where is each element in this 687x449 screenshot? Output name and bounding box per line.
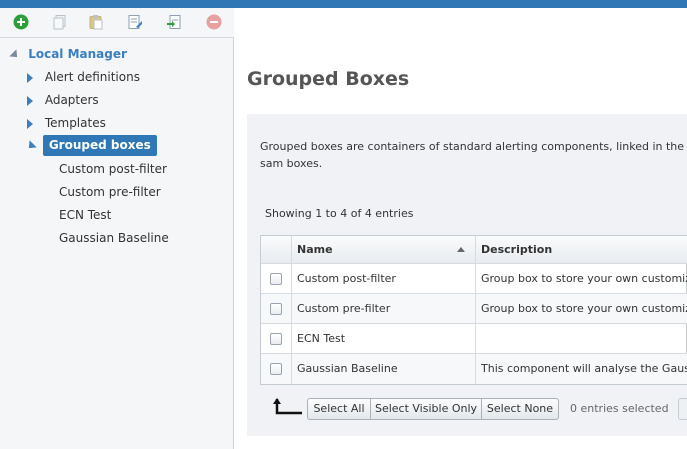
column-header-label: Name [297, 243, 333, 256]
table-row[interactable]: Gaussian Baseline This component will an… [261, 354, 687, 384]
expand-icon[interactable] [25, 139, 37, 152]
column-header-label: Description [481, 243, 553, 256]
entries-info: Showing 1 to 4 of 4 entries [265, 207, 414, 220]
row-check-cell [261, 294, 292, 323]
row-checkbox[interactable] [270, 303, 282, 315]
tree-root-label: Local Manager [28, 47, 127, 61]
tree-child-ecn-test[interactable]: ECN Test [59, 205, 111, 225]
copy-icon[interactable] [52, 14, 68, 30]
cell-name: Custom pre-filter [292, 294, 476, 323]
chevron-right-icon[interactable] [27, 118, 33, 129]
tree-child-custom-post-filter[interactable]: Custom post-filter [59, 159, 167, 179]
chevron-right-icon[interactable] [27, 95, 33, 106]
cell-name: Custom post-filter [292, 264, 476, 293]
row-checkbox[interactable] [270, 333, 282, 345]
edit-icon[interactable] [127, 14, 143, 30]
footer-action-button[interactable] [678, 398, 687, 420]
export-icon[interactable] [166, 14, 182, 30]
row-check-cell [261, 324, 292, 353]
paste-icon[interactable] [88, 14, 104, 30]
tree-child-label: Custom pre-filter [59, 185, 161, 199]
cell-description: Group box to store your own customiza [481, 302, 687, 315]
page-title: Grouped Boxes [247, 68, 410, 90]
column-header-name[interactable]: Name [292, 236, 476, 263]
expand-icon[interactable] [9, 48, 21, 61]
chevron-right-icon[interactable] [27, 72, 33, 83]
cell-name: Gaussian Baseline [292, 354, 476, 384]
select-none-button[interactable]: Select None [481, 398, 559, 420]
cell-description: This component will analyse the Gauss [481, 362, 687, 375]
sidebar-toolbar [0, 8, 234, 38]
tree-item-adapters[interactable]: Adapters [27, 90, 99, 110]
row-check-cell [261, 264, 292, 293]
select-all-button[interactable]: Select All [307, 398, 371, 420]
add-icon[interactable] [13, 14, 29, 30]
return-arrow-icon [273, 398, 302, 415]
panel-description: Grouped boxes are containers of standard… [260, 140, 685, 170]
table-row[interactable]: ECN Test [261, 324, 687, 354]
data-table: Name Description Custom post-filter Grou… [260, 235, 687, 385]
selected-count: 0 entries selected [570, 402, 669, 415]
tree-child-gaussian-baseline[interactable]: Gaussian Baseline [59, 228, 169, 248]
cell-description: Group box to store your own customiza [481, 272, 687, 285]
cell-description [476, 324, 687, 353]
delete-icon[interactable] [206, 14, 222, 30]
sidebar: Local Manager Alert definitions Adapters… [0, 8, 234, 449]
tree-item-label: Templates [44, 116, 106, 130]
top-bar [0, 0, 687, 8]
tree-child-label: Gaussian Baseline [59, 231, 169, 245]
table-header: Name Description [261, 236, 687, 264]
row-check-cell [261, 354, 292, 384]
tree-item-label: Grouped boxes [42, 135, 157, 156]
tree-child-label: Custom post-filter [59, 162, 167, 176]
sort-ascending-icon[interactable] [457, 247, 465, 252]
tree-item-label: Adapters [44, 93, 99, 107]
table-row[interactable]: Custom post-filter Group box to store yo… [261, 264, 687, 294]
table-row[interactable]: Custom pre-filter Group box to store you… [261, 294, 687, 324]
main-content: Grouped Boxes Grouped boxes are containe… [234, 8, 687, 449]
select-visible-button[interactable]: Select Visible Only [370, 398, 482, 420]
tree-item-label: Alert definitions [44, 70, 140, 84]
header-check-cell [261, 236, 292, 263]
row-checkbox[interactable] [270, 273, 282, 285]
row-checkbox[interactable] [270, 363, 282, 375]
table-footer: Select All Select Visible Only Select No… [260, 397, 687, 423]
tree-item-alert-definitions[interactable]: Alert definitions [27, 67, 140, 87]
tree-child-label: ECN Test [59, 208, 112, 222]
content-panel: Grouped boxes are containers of standard… [247, 114, 687, 436]
tree-root-local-manager[interactable]: Local Manager [9, 44, 127, 64]
tree-child-custom-pre-filter[interactable]: Custom pre-filter [59, 182, 161, 202]
tree-item-grouped-boxes[interactable]: Grouped boxes [25, 135, 157, 156]
cell-name: ECN Test [292, 324, 476, 353]
tree-item-templates[interactable]: Templates [27, 113, 106, 133]
column-header-description[interactable]: Description [476, 236, 687, 263]
